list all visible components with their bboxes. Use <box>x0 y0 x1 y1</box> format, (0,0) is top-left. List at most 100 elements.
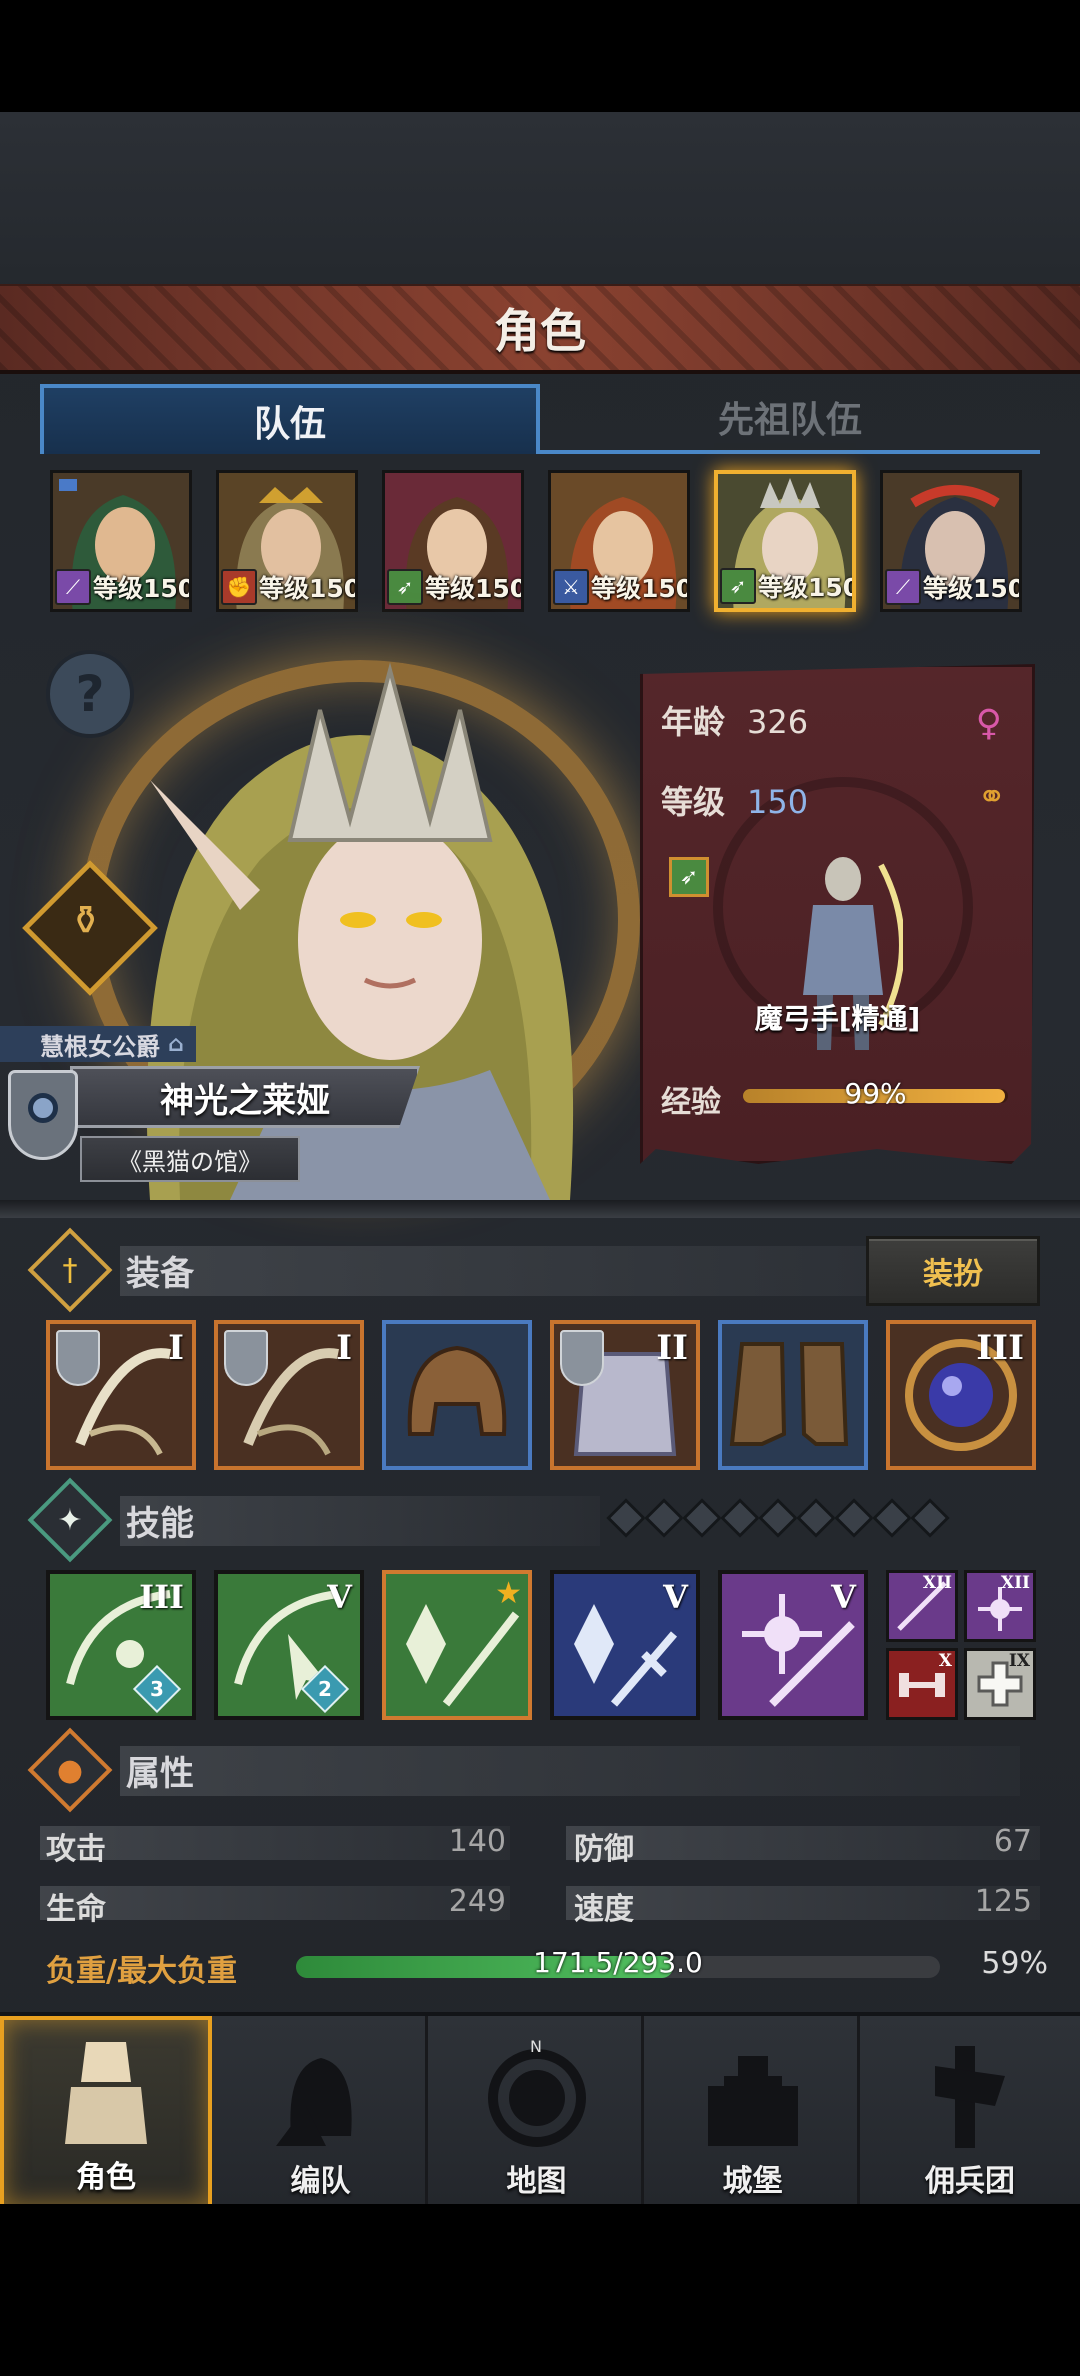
title-banner: 角色 <box>0 284 1080 374</box>
equip-slot-accessory[interactable]: III <box>886 1320 1036 1470</box>
slot-diamond <box>872 1498 912 1538</box>
mini-skill-slot[interactable]: XII <box>886 1570 958 1642</box>
faction-shield-icon <box>8 1070 78 1160</box>
equip-slot-armor[interactable]: II <box>550 1320 700 1470</box>
helmet-group-icon <box>275 2058 352 2146</box>
nav-map[interactable]: N 地图 <box>432 2016 644 2208</box>
bottom-system-area <box>0 2204 1080 2376</box>
equipment-label: 装备 <box>126 1253 194 1294</box>
defense-value: 67 <box>993 1824 1032 1859</box>
slot-diamond <box>834 1498 874 1538</box>
bound-shield-icon <box>56 1330 100 1386</box>
nav-mercenary-label: 佣兵团 <box>925 2164 1015 2199</box>
skills-header: ✦ 技能 <box>27 1477 194 1563</box>
hero-level: 等级150 <box>758 573 856 602</box>
speed-value: 125 <box>974 1884 1032 1919</box>
mini-skill-rank: IX <box>1008 1651 1030 1671</box>
mini-skill-slot[interactable]: XII <box>964 1570 1036 1642</box>
hero-level: 等级150 <box>923 574 1022 603</box>
exp-value: 99% <box>844 1077 907 1110</box>
bow-icon: ➶ <box>720 568 756 604</box>
equip-slot-weapon[interactable]: I <box>46 1320 196 1470</box>
skill-slot[interactable]: III 3 <box>46 1570 196 1720</box>
nav-character[interactable]: 角色 <box>0 2016 212 2208</box>
skill-slot[interactable]: V 2 <box>214 1570 364 1720</box>
slot-diamond <box>682 1498 722 1538</box>
bow-icon: ➶ <box>387 569 423 605</box>
hero-card[interactable]: ⚔ 等级150 <box>548 470 690 612</box>
skill-slot[interactable]: V <box>718 1570 868 1720</box>
bow-class-icon: ➶ <box>669 857 709 897</box>
mini-skill-rank: XII <box>1000 1573 1030 1593</box>
helmet-item-icon <box>407 1345 507 1436</box>
castle-icon <box>707 2056 798 2146</box>
dress-up-label: 装扮 <box>923 1257 983 1292</box>
bottom-nav: 角色 编队 N 地图 城堡 佣兵团 <box>0 2012 1080 2208</box>
load-value: 171.5/293.0 <box>533 1946 703 1979</box>
compass-map-icon: N <box>487 2037 586 2147</box>
skill-slot[interactable]: V <box>550 1570 700 1720</box>
nav-mercenary[interactable]: 佣兵团 <box>864 2016 1076 2208</box>
load-bar: 171.5/293.0 <box>296 1946 940 1979</box>
nav-castle[interactable]: 城堡 <box>648 2016 860 2208</box>
boots-item-icon <box>729 1342 849 1446</box>
dress-up-button[interactable]: 装扮 <box>866 1236 1040 1306</box>
level-value: 150 <box>747 783 809 821</box>
attributes-label: 属性 <box>126 1753 194 1794</box>
mini-skill-rank: XII <box>922 1573 952 1593</box>
person-icon: ● <box>56 1752 84 1788</box>
nav-formation[interactable]: 编队 <box>216 2016 428 2208</box>
defense-label: 防御 <box>574 1832 634 1867</box>
slot-diamond <box>796 1498 836 1538</box>
hero-card[interactable]: ➶ 等级150 <box>382 470 524 612</box>
character-subtitle: 《黑猫の馆》 <box>118 1147 262 1176</box>
slot-diamond <box>606 1498 646 1538</box>
character-name: 神光之莱娅 <box>160 1080 330 1121</box>
star-badge-icon: ★ <box>495 1576 522 1611</box>
skill-count: 2 <box>318 1677 332 1701</box>
hero-card[interactable]: ⟋ 等级150 <box>880 470 1022 612</box>
tab-team-label: 队伍 <box>253 404 326 445</box>
mini-skill-slot[interactable]: X <box>886 1648 958 1720</box>
equipment-header: † 装备 <box>27 1227 194 1313</box>
item-rank: I <box>336 1328 352 1368</box>
house-icon: ⌂ <box>168 1031 184 1057</box>
mini-skill-rank: X <box>938 1651 952 1671</box>
hero-level: 等级150 <box>425 574 524 603</box>
equip-slot-boots[interactable] <box>718 1320 868 1470</box>
panel-divider <box>0 1200 1080 1218</box>
slot-diamond <box>720 1498 760 1538</box>
nav-character-label: 角色 <box>76 2160 136 2195</box>
equip-slot-offhand[interactable]: I <box>214 1320 364 1470</box>
hero-card[interactable]: ⟋ 等级150 <box>50 470 192 612</box>
skill-slot[interactable]: ★ <box>382 1570 532 1720</box>
hero-card-selected[interactable]: ➶ 等级150 <box>714 470 856 612</box>
equip-slot-helmet[interactable] <box>382 1320 532 1470</box>
character-name-plate: 神光之莱娅 <box>70 1066 420 1128</box>
tab-team[interactable]: 队伍 <box>40 384 540 454</box>
page-title: 角色 <box>494 304 586 358</box>
age-value: 326 <box>747 703 809 741</box>
noble-title: 慧根女公爵 <box>40 1032 160 1061</box>
mini-skill-slot[interactable]: IX <box>964 1648 1036 1720</box>
svg-text:N: N <box>530 2037 542 2056</box>
level-row: 等级 150 <box>661 777 808 823</box>
slot-diamond <box>644 1498 684 1538</box>
sword-icon: ⚔ <box>553 569 589 605</box>
attributes-band <box>120 1746 1020 1796</box>
level-label: 等级 <box>661 783 726 821</box>
age-label: 年龄 <box>661 703 726 741</box>
tab-ancestor-team-label: 先祖队伍 <box>717 400 862 441</box>
skill-rank: V <box>663 1578 688 1616</box>
top-status-area <box>0 0 1080 112</box>
staff-icon: ⟋ <box>885 569 921 605</box>
item-rank: I <box>168 1328 184 1368</box>
banner-icon <box>935 2046 1005 2148</box>
ring-icon[interactable]: ⚭ <box>978 777 1007 817</box>
staff-icon: ⟋ <box>55 569 91 605</box>
tab-ancestor-team[interactable]: 先祖队伍 <box>540 384 1040 454</box>
help-button[interactable]: ? <box>46 650 134 738</box>
hero-card[interactable]: ✊ 等级150 <box>216 470 358 612</box>
hero-level: 等级150 <box>591 574 690 603</box>
female-icon: ♀ <box>975 703 1002 744</box>
